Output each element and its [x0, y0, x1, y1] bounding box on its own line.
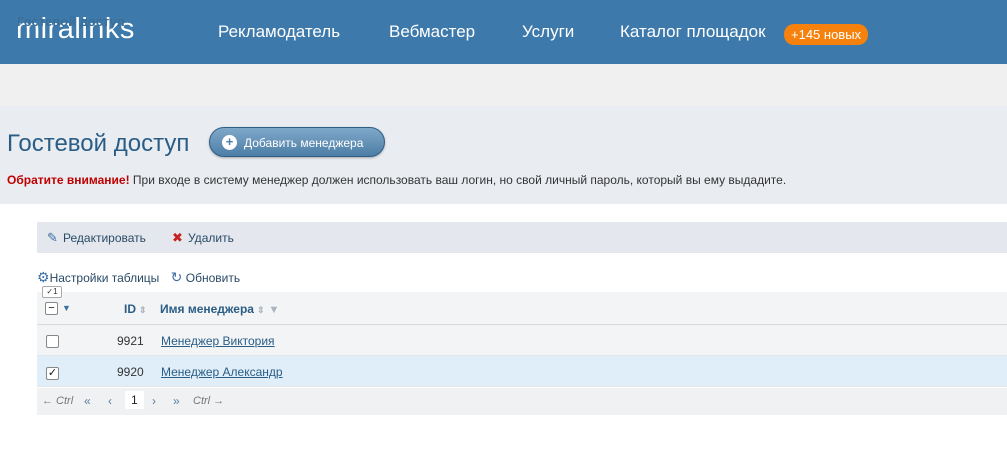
first-page-button[interactable]: «	[84, 394, 91, 408]
row-checkbox[interactable]	[46, 335, 59, 348]
column-manager-name[interactable]: Имя менеджера ⇕ ▼	[160, 302, 279, 316]
filter-icon[interactable]: ▼	[269, 304, 280, 316]
nav-catalog[interactable]: Каталог площадок	[620, 22, 766, 42]
notice-body: При входе в систему менеджер должен испо…	[129, 173, 787, 187]
table-toolbar: ✎ Редактировать ✖ Удалить	[37, 222, 1007, 253]
table-subtools: ⚙Настройки таблицы ↻ Обновить	[37, 269, 240, 286]
selected-count-badge: ✓1	[42, 286, 62, 298]
add-manager-button[interactable]: + Добавить менеджера	[209, 127, 385, 157]
row-id: 9921	[117, 334, 144, 348]
new-count-badge[interactable]: +145 новых	[784, 24, 869, 45]
breadcrumb-bar	[0, 64, 1007, 106]
notice-text: Обратите внимание! При входе в систему м…	[7, 173, 786, 187]
next-hint: Ctrl →	[193, 395, 225, 407]
refresh-button[interactable]: ↻ Обновить	[163, 269, 241, 285]
table-row[interactable]: 9921 Менеджер Виктория	[37, 325, 1007, 356]
table-settings-label: Настройки таблицы	[49, 271, 160, 285]
delete-button[interactable]: ✖ Удалить	[172, 230, 234, 246]
table-row[interactable]: ✓ 9920 Менеджер Александр	[37, 356, 1007, 387]
prev-page-button[interactable]: ‹	[108, 394, 112, 408]
manager-name-link[interactable]: Менеджер Александр	[161, 365, 283, 379]
user-delete-icon: ✖	[172, 230, 183, 245]
last-page-button[interactable]: »	[173, 394, 180, 408]
select-menu-chevron-icon[interactable]: ▼	[62, 303, 71, 313]
prev-hint: ← Ctrl	[42, 395, 74, 407]
column-id[interactable]: ID ⇕	[124, 302, 147, 316]
pagination: ← Ctrl « ‹ 1 › » Ctrl →	[37, 388, 1007, 415]
next-page-button[interactable]: ›	[152, 394, 156, 408]
refresh-icon: ↻	[170, 269, 183, 285]
breadcrumb[interactable]: Гостевой доступ	[17, 14, 125, 29]
nav-services[interactable]: Услуги	[522, 22, 574, 42]
notice-warning: Обратите внимание!	[7, 173, 130, 187]
delete-label: Удалить	[188, 231, 234, 245]
user-edit-icon: ✎	[47, 230, 58, 245]
nav-webmaster[interactable]: Вебмастер	[389, 22, 475, 42]
table-header: − ▼ ID ⇕ Имя менеджера ⇕ ▼	[37, 292, 1007, 325]
row-checkbox[interactable]: ✓	[46, 367, 59, 380]
table-settings-button[interactable]: ⚙Настройки таблицы	[37, 269, 160, 285]
manager-name-link[interactable]: Менеджер Виктория	[161, 334, 275, 348]
row-id: 9920	[117, 365, 144, 379]
column-id-label: ID	[124, 302, 136, 316]
page-title: Гостевой доступ	[7, 130, 190, 157]
edit-button[interactable]: ✎ Редактировать	[47, 230, 146, 246]
nav-advertiser[interactable]: Рекламодатель	[218, 22, 340, 42]
edit-label: Редактировать	[63, 231, 146, 245]
select-all-checkbox[interactable]: −	[45, 302, 58, 315]
add-manager-label: Добавить менеджера	[244, 136, 364, 150]
plus-icon: +	[222, 135, 237, 150]
gear-icon: ⚙	[37, 269, 50, 285]
column-name-label: Имя менеджера	[160, 302, 254, 316]
sort-icon: ⇕	[139, 305, 147, 315]
sort-icon: ⇕	[256, 305, 265, 315]
current-page[interactable]: 1	[125, 391, 144, 409]
refresh-label: Обновить	[185, 271, 241, 285]
